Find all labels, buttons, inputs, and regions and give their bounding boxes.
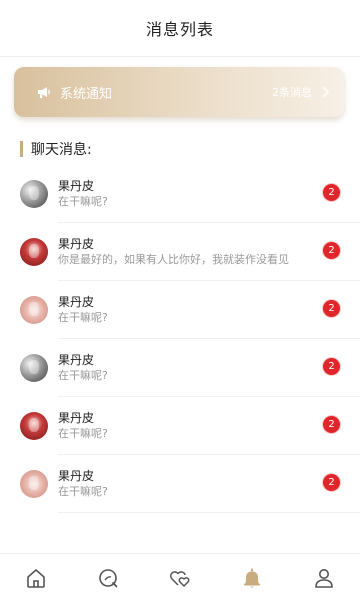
tab-notifications[interactable] [232, 558, 272, 598]
avatar [20, 470, 48, 498]
unread-badge: 2 [323, 300, 340, 317]
avatar [20, 238, 48, 266]
chat-message: 在干嘛呢? [58, 369, 108, 382]
chat-message: 在干嘛呢? [58, 195, 108, 208]
chat-section-header: 聊天消息: [20, 140, 92, 158]
chat-row[interactable]: 果丹皮 在干嘛呢? 2 [0, 455, 360, 513]
tab-hearts[interactable] [160, 558, 200, 598]
chat-row[interactable]: 果丹皮 在干嘛呢? 2 [0, 165, 360, 223]
chat-name: 果丹皮 [58, 237, 95, 251]
chat-message: 在干嘛呢? [58, 427, 108, 440]
unread-badge: 2 [323, 474, 340, 491]
chevron-right-icon [320, 85, 330, 99]
unread-badge: 2 [323, 184, 340, 201]
chat-name: 果丹皮 [58, 353, 95, 367]
system-notice-label: 系统通知 [60, 86, 113, 102]
chat-name: 果丹皮 [58, 179, 95, 193]
chat-row[interactable]: 果丹皮 在干嘛呢? 2 [0, 339, 360, 397]
chat-message: 你是最好的，如果有人比你好，我就装作没看见 [58, 253, 289, 266]
bottom-tab-bar [0, 553, 360, 602]
chat-list: 果丹皮 在干嘛呢? 2 果丹皮 你是最好的，如果有人比你好，我就装作没看见 2 … [0, 165, 360, 513]
megaphone-icon [36, 84, 52, 100]
tab-discover[interactable] [88, 558, 128, 598]
chat-name: 果丹皮 [58, 469, 95, 483]
avatar [20, 296, 48, 324]
chat-row[interactable]: 果丹皮 在干嘛呢? 2 [0, 397, 360, 455]
chat-row[interactable]: 果丹皮 你是最好的，如果有人比你好，我就装作没看见 2 [0, 223, 360, 281]
chat-message: 在干嘛呢? [58, 485, 108, 498]
chat-row[interactable]: 果丹皮 在干嘛呢? 2 [0, 281, 360, 339]
chat-name: 果丹皮 [58, 411, 95, 425]
chat-message: 在干嘛呢? [58, 311, 108, 324]
chat-section-title: 聊天消息: [31, 142, 92, 158]
discover-icon [99, 569, 118, 588]
bell-icon [244, 568, 260, 588]
tab-home[interactable] [16, 558, 56, 598]
chat-name: 果丹皮 [58, 295, 95, 309]
tab-profile[interactable] [304, 558, 344, 598]
avatar [20, 354, 48, 382]
home-icon [27, 569, 45, 588]
hearts-icon [170, 571, 190, 587]
profile-icon [315, 569, 333, 588]
unread-badge: 2 [323, 358, 340, 375]
unread-badge: 2 [323, 416, 340, 433]
system-notice-count: 2条消息 [272, 86, 312, 99]
section-accent-bar [20, 141, 23, 157]
system-notice-card[interactable]: 系统通知 2条消息 [14, 67, 344, 117]
avatar [20, 412, 48, 440]
page-title: 消息列表 [145, 20, 214, 39]
unread-badge: 2 [323, 242, 340, 259]
page-header: 消息列表 [0, 0, 360, 57]
avatar [20, 180, 48, 208]
